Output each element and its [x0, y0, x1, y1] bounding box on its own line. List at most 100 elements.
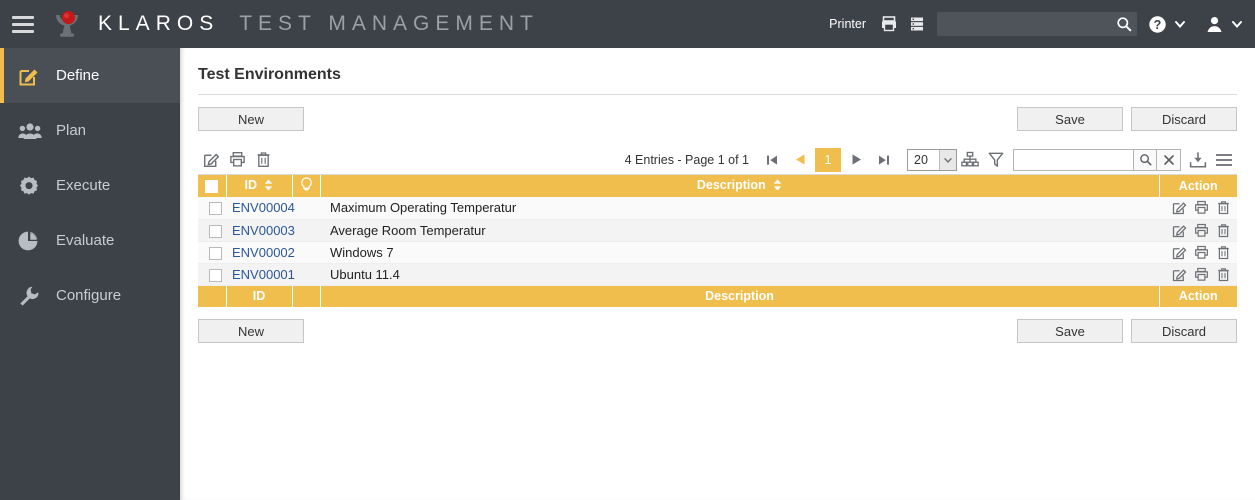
table-search[interactable] — [1013, 148, 1181, 171]
table-row[interactable]: ENV00002 Windows 7 — [198, 241, 1237, 264]
row-print-icon[interactable] — [1194, 200, 1209, 215]
sidebar-item-configure[interactable]: Configure — [0, 268, 180, 323]
row-print-icon[interactable] — [1194, 245, 1209, 260]
row-checkbox[interactable] — [208, 246, 222, 260]
previous-page-icon[interactable] — [787, 148, 813, 172]
sidebar-item-evaluate[interactable]: Evaluate — [0, 213, 180, 268]
user-chevron-down-icon[interactable] — [1229, 0, 1245, 48]
row-select-cell[interactable] — [198, 263, 226, 286]
global-search-input[interactable] — [937, 17, 1111, 31]
printer-icon[interactable] — [875, 0, 903, 48]
bottom-button-row: New Save Discard — [198, 319, 1237, 343]
bulk-delete-icon[interactable] — [250, 147, 276, 173]
entries-count: 4 Entries - Page 1 of 1 — [624, 152, 749, 167]
save-button-top[interactable]: Save — [1017, 107, 1123, 131]
new-button-top[interactable]: New — [198, 107, 304, 131]
row-id-cell: ENV00001 — [226, 263, 295, 286]
sidebar-item-label: Execute — [56, 177, 111, 194]
header-actions: Printer ? — [829, 0, 1255, 48]
row-edit-icon[interactable] — [1172, 200, 1187, 215]
pie-chart-icon — [18, 230, 52, 252]
row-checkbox[interactable] — [208, 224, 222, 238]
gear-icon — [18, 175, 52, 197]
next-page-icon[interactable] — [843, 148, 869, 172]
table-foot: ID Description Action — [198, 285, 1237, 307]
row-select-cell[interactable] — [198, 219, 226, 242]
row-print-icon[interactable] — [1194, 223, 1209, 238]
row-select-cell[interactable] — [198, 241, 226, 264]
funnel-filter-icon[interactable] — [983, 147, 1009, 173]
footer-description-label: Description — [320, 285, 1160, 307]
row-id-link[interactable]: ENV00004 — [232, 200, 295, 215]
column-header-id-label: ID — [244, 178, 258, 193]
close-x-icon[interactable] — [1157, 148, 1181, 171]
column-header-action: Action — [1159, 175, 1237, 197]
row-delete-icon[interactable] — [1216, 223, 1231, 238]
row-print-icon[interactable] — [1194, 267, 1209, 282]
row-select-cell[interactable] — [198, 197, 226, 220]
row-edit-icon[interactable] — [1172, 267, 1187, 282]
row-checkbox[interactable] — [208, 268, 222, 282]
row-edit-icon[interactable] — [1172, 245, 1187, 260]
user-icon[interactable] — [1200, 0, 1228, 48]
save-button-bottom[interactable]: Save — [1017, 319, 1123, 343]
page-size-value: 20 — [914, 152, 928, 167]
first-page-icon[interactable] — [759, 148, 785, 172]
brand-secondary: TEST MANAGEMENT — [239, 12, 539, 35]
row-id-cell: ENV00003 — [226, 219, 295, 242]
lightbulb-icon — [300, 177, 313, 195]
search-icon[interactable] — [1111, 12, 1137, 36]
search-icon[interactable] — [1133, 148, 1157, 171]
row-bulb-cell — [292, 197, 320, 220]
row-edit-icon[interactable] — [1172, 223, 1187, 238]
column-header-id[interactable]: ID — [226, 175, 293, 197]
bulk-edit-icon[interactable] — [198, 147, 224, 173]
hamburger-icon[interactable] — [0, 0, 46, 48]
footer-action-label: Action — [1159, 285, 1237, 307]
help-circle-icon[interactable]: ? — [1143, 0, 1171, 48]
global-search[interactable] — [937, 12, 1137, 36]
discard-button-bottom[interactable]: Discard — [1131, 319, 1237, 343]
new-button-bottom[interactable]: New — [198, 319, 304, 343]
sidebar-item-define[interactable]: Define — [0, 48, 180, 103]
row-id-cell: ENV00004 — [226, 197, 295, 220]
current-page-number[interactable]: 1 — [815, 147, 841, 172]
users-icon — [18, 120, 52, 142]
sidebar-item-label: Configure — [56, 287, 122, 304]
table-footer-row: ID Description Action — [198, 285, 1237, 307]
toolbar-right — [957, 147, 1237, 173]
select-all-checkbox[interactable] — [205, 180, 219, 194]
table-row[interactable]: ENV00001 Ubuntu 11.4 — [198, 263, 1237, 286]
row-description-cell: Average Room Temperatur — [320, 219, 1159, 242]
select-all-header[interactable] — [198, 175, 227, 197]
page-size-select[interactable]: 20 — [907, 148, 957, 171]
row-checkbox[interactable] — [208, 202, 222, 216]
sort-updown-icon[interactable] — [264, 179, 273, 194]
export-download-icon[interactable] — [1185, 147, 1211, 173]
row-delete-icon[interactable] — [1216, 245, 1231, 260]
table-search-input[interactable] — [1013, 148, 1133, 171]
help-chevron-down-icon[interactable] — [1172, 0, 1188, 48]
discard-button-top[interactable]: Discard — [1131, 107, 1237, 131]
row-description-cell: Ubuntu 11.4 — [320, 263, 1159, 286]
server-stack-icon[interactable] — [903, 0, 931, 48]
table-row[interactable]: ENV00003 Average Room Temperatur — [198, 219, 1237, 242]
table-row[interactable]: ENV00004 Maximum Operating Temperatur — [198, 197, 1237, 220]
table-body: ENV00004 Maximum Operating Temperatur EN… — [198, 197, 1237, 286]
column-header-description[interactable]: Description — [320, 175, 1160, 197]
row-id-link[interactable]: ENV00001 — [232, 267, 295, 282]
pagination: 1 — [759, 147, 897, 172]
sidebar-item-plan[interactable]: Plan — [0, 103, 180, 158]
row-id-link[interactable]: ENV00002 — [232, 245, 295, 260]
column-header-bulb[interactable] — [292, 175, 321, 197]
main-content: Test Environments New Save Discard 4 Ent… — [180, 48, 1255, 500]
sidebar-item-execute[interactable]: Execute — [0, 158, 180, 213]
row-delete-icon[interactable] — [1216, 267, 1231, 282]
sort-updown-icon[interactable] — [773, 179, 782, 194]
row-delete-icon[interactable] — [1216, 200, 1231, 215]
row-id-link[interactable]: ENV00003 — [232, 223, 295, 238]
bulk-print-icon[interactable] — [224, 147, 250, 173]
last-page-icon[interactable] — [871, 148, 897, 172]
list-menu-icon[interactable] — [1211, 147, 1237, 173]
hierarchy-icon[interactable] — [957, 147, 983, 173]
